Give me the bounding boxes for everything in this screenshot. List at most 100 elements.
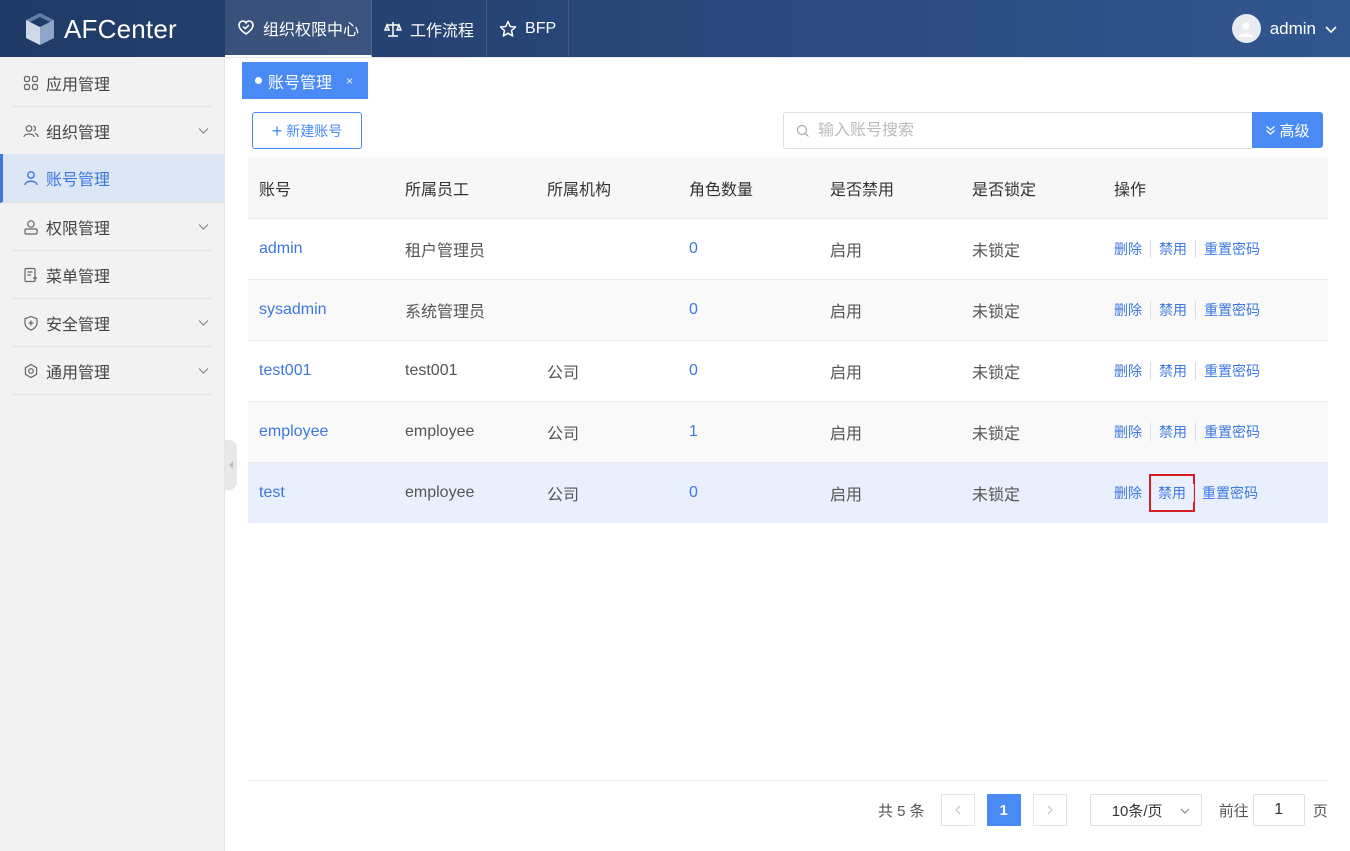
account-link[interactable]: test	[259, 484, 285, 501]
top-header: AFCenter 组织权限中心 工作流程 BFP admin	[0, 0, 1350, 57]
disable-button[interactable]: 禁用	[1151, 240, 1196, 258]
top-nav: 组织权限中心 工作流程 BFP	[225, 0, 570, 57]
table-header: 账号 所属员工 所属机构 角色数量 是否禁用 是否锁定 操作	[248, 157, 1328, 218]
next-page-button[interactable]	[1032, 794, 1067, 826]
role-count-link[interactable]: 0	[689, 484, 698, 501]
table-row[interactable]: test employee 公司 0 启用 未锁定 删除 禁用 重置密码	[248, 462, 1328, 523]
menu-doc-icon	[23, 266, 40, 283]
role-count-link[interactable]: 1	[689, 423, 698, 440]
prev-page-button[interactable]	[940, 794, 975, 826]
sidebar-item-security-management[interactable]: 安全管理	[12, 299, 212, 347]
app-logo[interactable]: AFCenter	[24, 12, 177, 46]
delete-button[interactable]: 删除	[1114, 362, 1151, 380]
user-menu[interactable]: admin	[1231, 14, 1338, 43]
reset-password-button[interactable]: 重置密码	[1196, 362, 1268, 380]
table-row[interactable]: admin 租户管理员 0 启用 未锁定 删除 禁用 重置密码	[248, 218, 1328, 279]
disabled-cell: 启用	[830, 365, 863, 382]
disable-button[interactable]: 禁用	[1151, 301, 1196, 319]
chevron-left-icon	[954, 805, 961, 815]
tab-label: 账号管理	[268, 74, 333, 92]
employee-cell: 租户管理员	[405, 243, 486, 260]
nav-label: BFP	[525, 19, 557, 37]
page-size-select[interactable]: 10条/页	[1089, 794, 1202, 826]
table-row[interactable]: employee employee 公司 1 启用 未锁定 删除 禁用 重置密码	[248, 401, 1328, 462]
account-link[interactable]: admin	[259, 240, 303, 257]
sidebar-item-menu-management[interactable]: 菜单管理	[12, 251, 212, 299]
sidebar-item-account-management[interactable]: 账号管理	[0, 154, 225, 203]
nav-org-permission-center[interactable]: 组织权限中心	[225, 0, 373, 57]
sidebar-item-label: 权限管理	[46, 220, 111, 238]
role-count-link[interactable]: 0	[689, 362, 698, 379]
pagination: 共 5 条 1 10条/页 前往 页	[878, 794, 1328, 826]
disabled-cell: 启用	[830, 487, 863, 504]
chevron-down-icon	[198, 320, 209, 326]
table-row[interactable]: test001 test001 公司 0 启用 未锁定 删除 禁用 重置密码	[248, 340, 1328, 401]
employee-cell: employee	[405, 484, 475, 501]
reset-password-button[interactable]: 重置密码	[1196, 240, 1268, 258]
advanced-search-button[interactable]: 高级	[1252, 112, 1323, 148]
user-icon	[23, 170, 40, 187]
nav-label: 工作流程	[410, 22, 475, 40]
disable-button[interactable]: 禁用	[1151, 423, 1196, 441]
delete-button[interactable]: 删除	[1114, 423, 1151, 441]
table-row[interactable]: sysadmin 系统管理员 0 启用 未锁定 删除 禁用 重置密码	[248, 279, 1328, 340]
sidebar-item-label: 通用管理	[46, 364, 111, 382]
goto-page-input[interactable]	[1252, 794, 1305, 826]
tab-account-management[interactable]: 账号管理 ×	[242, 62, 368, 99]
page-number-button[interactable]: 1	[986, 794, 1021, 826]
tab-bar-divider	[225, 57, 1350, 58]
nav-bfp[interactable]: BFP	[487, 0, 570, 57]
delete-button[interactable]: 删除	[1114, 301, 1151, 319]
sidebar-item-label: 组织管理	[46, 124, 111, 142]
settings-ring-icon	[23, 362, 40, 379]
role-count-link[interactable]: 0	[689, 301, 698, 318]
row-actions: 删除 禁用 重置密码	[1103, 474, 1328, 512]
new-account-button[interactable]: + 新建账号	[252, 112, 362, 149]
account-link[interactable]: test001	[259, 362, 311, 379]
account-link[interactable]: employee	[259, 423, 328, 440]
column-header-account[interactable]: 账号	[248, 176, 394, 200]
close-icon[interactable]: ×	[346, 74, 353, 88]
chevron-right-icon	[1047, 805, 1053, 815]
nav-label: 组织权限中心	[263, 21, 360, 39]
column-header-org[interactable]: 所属机构	[536, 176, 678, 200]
sidebar-item-general-management[interactable]: 通用管理	[12, 347, 212, 395]
delete-button[interactable]: 删除	[1114, 240, 1151, 258]
disabled-cell: 启用	[830, 304, 863, 321]
chevron-down-icon	[198, 224, 209, 230]
search-input[interactable]	[818, 121, 1218, 140]
disable-button[interactable]: 禁用	[1151, 362, 1196, 380]
sidebar-item-permission-management[interactable]: 权限管理	[12, 203, 212, 251]
accounts-table: 账号 所属员工 所属机构 角色数量 是否禁用 是否锁定 操作 admin 租户管…	[248, 157, 1328, 523]
reset-password-button[interactable]: 重置密码	[1196, 301, 1268, 319]
column-header-disabled[interactable]: 是否禁用	[819, 176, 961, 200]
balance-scale-icon	[384, 21, 403, 37]
afcenter-logo-icon	[26, 13, 54, 45]
employee-cell: test001	[405, 362, 458, 379]
avatar	[1231, 14, 1261, 43]
locked-cell: 未锁定	[972, 487, 1021, 504]
delete-button[interactable]: 删除	[1114, 484, 1151, 502]
sidebar-item-label: 菜单管理	[46, 268, 111, 286]
column-header-employee[interactable]: 所属员工	[394, 176, 536, 200]
account-search-box	[783, 112, 1253, 149]
sidebar-item-app-management[interactable]: 应用管理	[12, 59, 212, 107]
column-header-locked[interactable]: 是否锁定	[961, 176, 1103, 200]
role-count-link[interactable]: 0	[689, 240, 698, 257]
row-actions: 删除 禁用 重置密码	[1103, 362, 1328, 380]
nav-workflow[interactable]: 工作流程	[372, 0, 488, 57]
employee-cell: employee	[405, 423, 475, 440]
locked-cell: 未锁定	[972, 304, 1021, 321]
reset-password-button[interactable]: 重置密码	[1196, 423, 1268, 441]
account-link[interactable]: sysadmin	[259, 301, 327, 318]
sidebar-item-org-management[interactable]: 组织管理	[12, 107, 212, 155]
sidebar-collapse-handle[interactable]	[225, 440, 237, 490]
disable-button-highlighted[interactable]: 禁用	[1149, 474, 1195, 512]
search-icon	[796, 124, 809, 137]
sidebar-item-label: 安全管理	[46, 316, 111, 334]
column-header-role-count[interactable]: 角色数量	[678, 176, 819, 200]
username: admin	[1269, 18, 1316, 38]
user-avatar-icon	[1239, 21, 1254, 37]
reset-password-button[interactable]: 重置密码	[1193, 484, 1266, 502]
org-cell: 公司	[547, 487, 580, 504]
